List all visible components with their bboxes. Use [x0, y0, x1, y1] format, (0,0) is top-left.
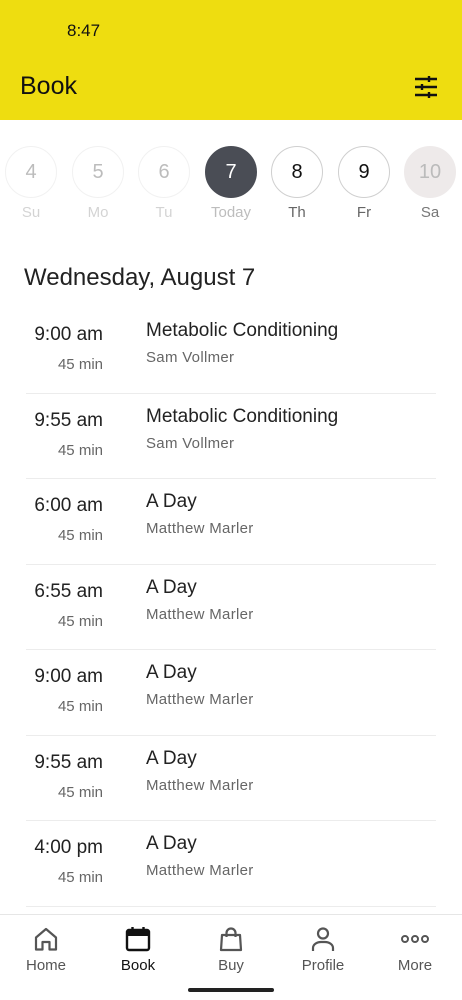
nav-home[interactable]: Home [0, 925, 92, 974]
day-number: 6 [138, 146, 190, 198]
filter-button[interactable] [410, 72, 442, 102]
page-title: Book [20, 72, 77, 100]
class-instructor: Matthew Marler [146, 776, 254, 794]
class-row[interactable]: 9:55 am 45 min A Day Matthew Marler [0, 736, 462, 822]
calendar-icon [125, 927, 151, 952]
day-label: Sa [420, 204, 440, 221]
class-row[interactable]: 6:00 am 45 min A Day Matthew Marler [0, 479, 462, 565]
class-instructor: Sam Vollmer [146, 349, 235, 366]
class-time: 6:55 am [34, 580, 103, 602]
day-button-today[interactable]: 7 Today [204, 146, 258, 221]
nav-label: Book [120, 957, 156, 974]
day-label: Today [210, 204, 252, 221]
day-label: Su [21, 204, 41, 221]
class-name: A Day [146, 576, 197, 598]
class-duration: 45 min [57, 612, 103, 630]
class-instructor: Sam Vollmer [146, 434, 235, 452]
nav-label: More [397, 957, 433, 974]
class-duration: 45 min [57, 441, 103, 459]
class-instructor: Matthew Marler [146, 605, 254, 623]
class-duration: 45 min [57, 356, 103, 373]
nav-profile[interactable]: Profile [277, 925, 369, 974]
day-button-mo[interactable]: 5 Mo [71, 146, 125, 221]
nav-buy[interactable]: Buy [185, 925, 277, 974]
class-duration: 45 min [57, 527, 103, 544]
class-row[interactable]: 6:55 am 45 min A Day Matthew Marler [0, 565, 462, 651]
shopping-bag-icon [219, 927, 243, 952]
day-label: Th [288, 204, 306, 221]
day-number: 4 [5, 146, 57, 198]
date-heading: Wednesday, August 7 [24, 264, 256, 291]
class-name: A Day [146, 747, 197, 769]
class-row[interactable]: 9:00 am 45 min Metabolic Conditioning Sa… [0, 308, 462, 394]
class-instructor: Matthew Marler [146, 520, 254, 537]
day-selector: 4 Su 5 Mo 6 Tu 7 Today 8 Th 9 Fr 10 Sa [0, 146, 462, 226]
day-label: Tu [155, 204, 173, 221]
class-duration: 45 min [57, 783, 103, 801]
class-time: 9:55 am [34, 409, 103, 431]
person-icon [311, 927, 335, 951]
day-label: Fr [356, 204, 372, 221]
app-header: 8:47 Book [0, 0, 462, 120]
class-instructor: Matthew Marler [146, 862, 254, 879]
nav-more[interactable]: More [369, 925, 461, 974]
day-number: 7 [205, 146, 257, 198]
day-button-fr[interactable]: 9 Fr [337, 146, 391, 221]
day-button-th[interactable]: 8 Th [270, 146, 324, 221]
class-row[interactable]: 9:55 am 45 min Metabolic Conditioning Sa… [0, 394, 462, 480]
class-name: A Day [146, 833, 197, 854]
nav-book[interactable]: Book [92, 925, 184, 974]
class-name: A Day [146, 662, 197, 683]
nav-label: Buy [218, 957, 244, 974]
nav-label: Profile [301, 957, 345, 974]
class-time: 9:55 am [34, 751, 103, 773]
class-name: Metabolic Conditioning [146, 405, 339, 427]
day-button-su[interactable]: 4 Su [4, 146, 58, 221]
day-number: 10 [404, 146, 456, 198]
class-duration: 45 min [57, 869, 103, 886]
home-icon [34, 927, 58, 951]
class-name: Metabolic Conditioning [146, 320, 339, 341]
class-row[interactable]: 9:00 am 45 min A Day Matthew Marler [0, 650, 462, 736]
more-dots-icon [401, 935, 429, 943]
class-time: 6:00 am [34, 495, 103, 516]
day-button-sa[interactable]: 10 Sa [403, 146, 457, 221]
day-number: 9 [338, 146, 390, 198]
day-number: 8 [271, 146, 323, 198]
day-number: 5 [72, 146, 124, 198]
home-indicator [188, 988, 274, 992]
class-name: A Day [146, 491, 197, 512]
day-label: Mo [87, 204, 109, 221]
class-time: 4:00 pm [34, 837, 103, 858]
sliders-icon [415, 76, 437, 98]
class-time: 9:00 am [34, 324, 103, 345]
nav-label: Home [25, 957, 66, 974]
class-duration: 45 min [57, 698, 103, 715]
class-row[interactable]: 4:00 pm 45 min A Day Matthew Marler [0, 821, 462, 907]
class-list: 9:00 am 45 min Metabolic Conditioning Sa… [0, 308, 462, 907]
day-button-tu[interactable]: 6 Tu [137, 146, 191, 221]
status-bar-time: 8:47 [67, 21, 101, 40]
class-instructor: Matthew Marler [146, 691, 254, 708]
class-time: 9:00 am [34, 666, 103, 687]
